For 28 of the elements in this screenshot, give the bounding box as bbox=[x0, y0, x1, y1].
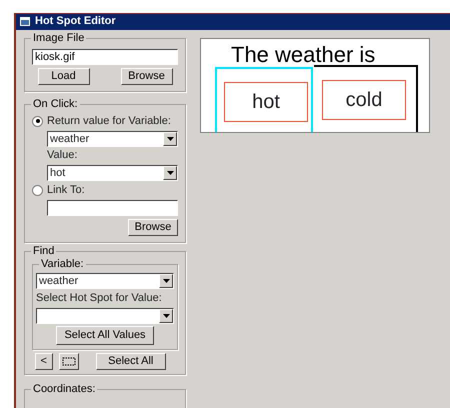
hot-spot[interactable]: hot bbox=[215, 67, 313, 132]
radio-label: Return value for Variable: bbox=[47, 114, 171, 128]
browse-button[interactable]: Browse bbox=[120, 68, 172, 85]
variable-dropdown[interactable]: weather bbox=[36, 272, 174, 289]
select-all-values-button[interactable]: Select All Values bbox=[56, 326, 154, 346]
window-title: Hot Spot Editor bbox=[35, 15, 116, 29]
variable-dropdown[interactable]: weather bbox=[47, 130, 178, 147]
radio-button[interactable] bbox=[32, 185, 43, 196]
radio-button[interactable] bbox=[32, 116, 43, 127]
value-dropdown[interactable]: hot bbox=[47, 165, 178, 182]
group-label: Image File bbox=[31, 32, 86, 46]
field-label: Select Hot Spot for Value: bbox=[36, 292, 163, 305]
selection-button[interactable] bbox=[58, 353, 79, 370]
load-button[interactable]: Load bbox=[38, 68, 90, 85]
value-label: Value: bbox=[47, 149, 78, 163]
marquee-icon bbox=[62, 356, 76, 366]
link-field[interactable] bbox=[47, 200, 178, 216]
hot-spot[interactable]: cold bbox=[315, 67, 413, 132]
hot-spot-dropdown[interactable] bbox=[36, 308, 174, 324]
hot-spot-label: cold bbox=[322, 80, 406, 120]
hot-spot-label: hot bbox=[224, 82, 308, 122]
browse-button[interactable]: Browse bbox=[128, 218, 178, 236]
canvas-heading: The weather is bbox=[231, 44, 376, 66]
app-icon bbox=[20, 17, 31, 27]
radio-label: Link To: bbox=[47, 184, 85, 198]
previous-button[interactable]: < bbox=[34, 353, 53, 370]
select-all-button[interactable]: Select All bbox=[96, 353, 166, 370]
file-field[interactable]: kiosk.gif bbox=[32, 49, 178, 65]
